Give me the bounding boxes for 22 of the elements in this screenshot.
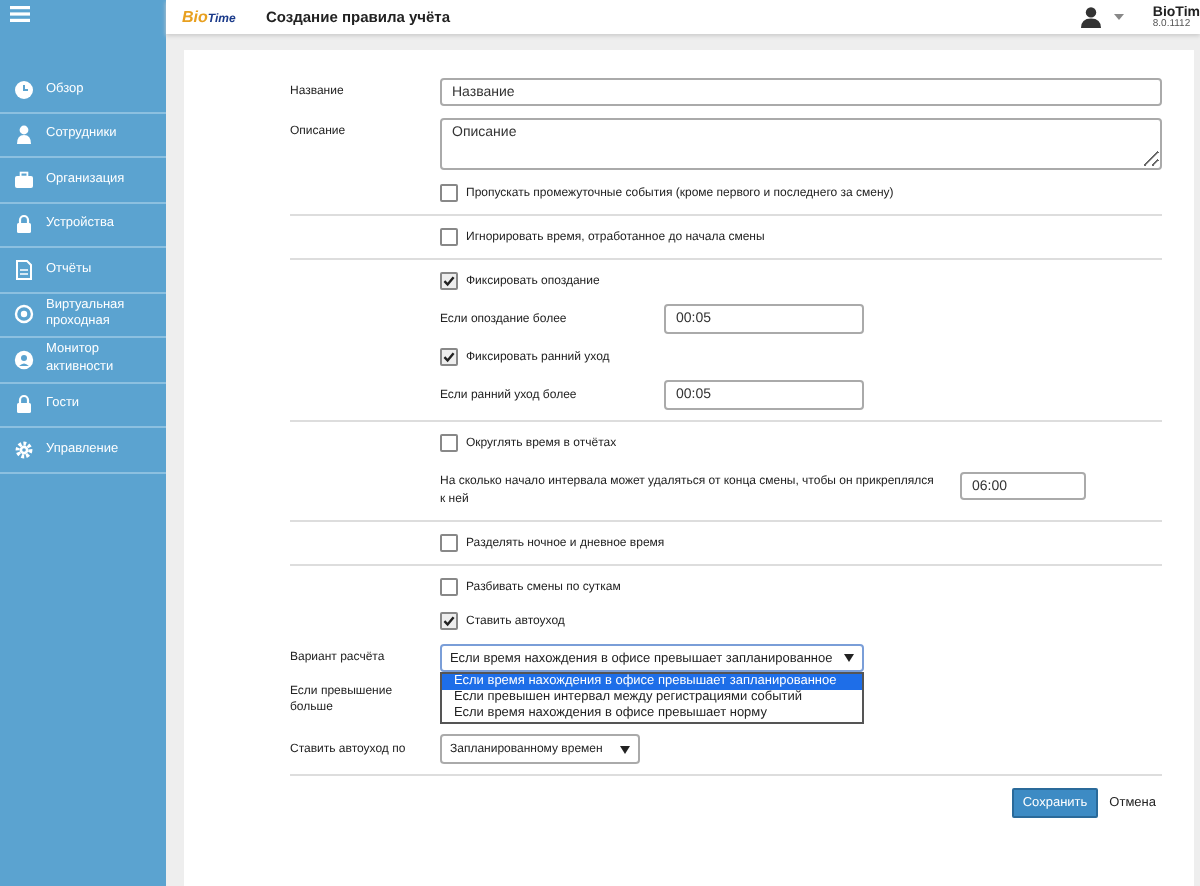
person-icon bbox=[14, 124, 34, 145]
checkbox[interactable] bbox=[440, 184, 458, 202]
lock-icon bbox=[14, 394, 34, 415]
caret-icon bbox=[620, 745, 630, 753]
caret-icon bbox=[844, 654, 854, 662]
checkbox[interactable] bbox=[440, 272, 458, 290]
gear-icon bbox=[14, 439, 34, 460]
checkbox[interactable] bbox=[440, 534, 458, 552]
caret-icon[interactable] bbox=[1114, 14, 1125, 20]
clock-icon bbox=[14, 79, 34, 100]
checkbox[interactable] bbox=[440, 434, 458, 452]
user-icon[interactable] bbox=[1080, 6, 1103, 28]
checkbox[interactable] bbox=[440, 348, 458, 366]
person-circle-icon bbox=[14, 349, 34, 370]
target-icon bbox=[14, 304, 34, 325]
document-icon bbox=[14, 259, 34, 280]
checkbox[interactable] bbox=[440, 578, 458, 596]
lock-icon bbox=[14, 214, 34, 235]
briefcase-icon bbox=[14, 169, 34, 190]
checkbox[interactable] bbox=[440, 612, 458, 630]
checkbox[interactable] bbox=[440, 228, 458, 246]
menu-icon[interactable] bbox=[10, 6, 30, 22]
